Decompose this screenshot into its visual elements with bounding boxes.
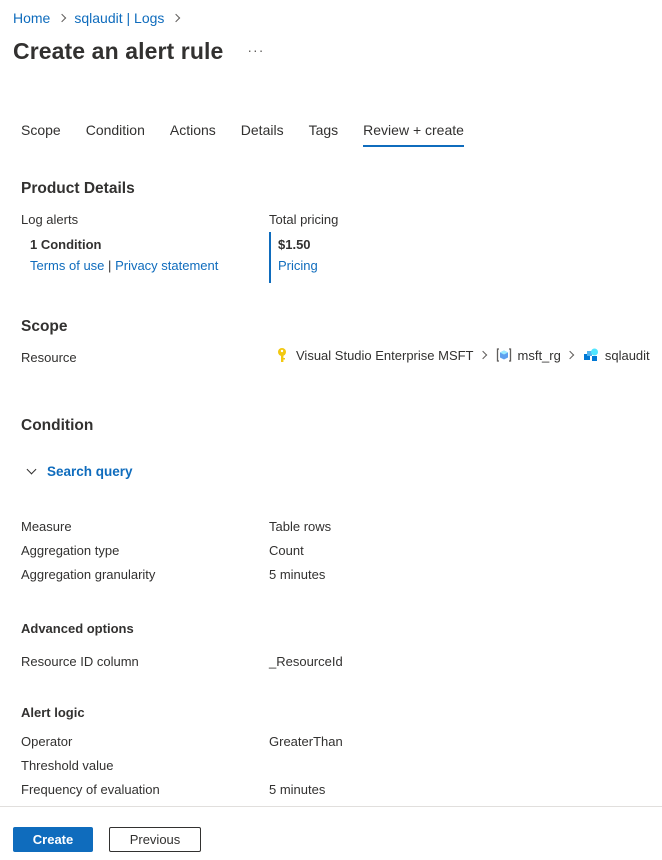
search-query-expander[interactable]: Search query xyxy=(26,464,133,479)
tab-review-create[interactable]: Review + create xyxy=(363,122,464,147)
total-price: $1.50 xyxy=(278,237,311,252)
terms-of-use-link[interactable]: Terms of use xyxy=(30,258,104,273)
chevron-down-icon xyxy=(26,464,37,475)
log-analytics-icon xyxy=(583,348,598,361)
total-pricing-label: Total pricing xyxy=(269,212,339,227)
tab-condition[interactable]: Condition xyxy=(86,122,145,147)
workspace-name: sqlaudit xyxy=(604,347,650,363)
pricing-accent-bar xyxy=(269,232,271,283)
wizard-tabs: Scope Condition Actions Details Tags Rev… xyxy=(21,122,489,147)
frequency-label: Frequency of evaluation xyxy=(21,782,160,797)
breadcrumb: Home sqlaudit | Logs xyxy=(13,10,188,26)
resource-label: Resource xyxy=(21,350,77,365)
aggregation-type-label: Aggregation type xyxy=(21,543,120,558)
measure-label: Measure xyxy=(21,519,72,534)
chevron-right-icon xyxy=(565,350,575,360)
product-details-heading: Product Details xyxy=(21,180,135,197)
operator-label: Operator xyxy=(21,734,73,749)
resource-group-name: msft_rg xyxy=(517,347,561,363)
title-row: Create an alert rule ··· xyxy=(13,38,264,65)
aggregation-granularity-value: 5 minutes xyxy=(269,567,326,582)
aggregation-granularity-label: Aggregation granularity xyxy=(21,567,156,582)
resource-id-column-value: _ResourceId xyxy=(269,654,343,669)
aggregation-type-value: Count xyxy=(269,543,304,558)
footer-bar: Create Previous xyxy=(0,806,662,860)
page-title: Create an alert rule xyxy=(13,38,224,64)
condition-count: 1 Condition xyxy=(30,237,102,252)
measure-value: Table rows xyxy=(269,519,332,534)
subscription-key-icon xyxy=(278,348,286,362)
subscription-name: Visual Studio Enterprise MSFT xyxy=(296,347,474,363)
chevron-right-icon xyxy=(58,13,67,23)
tab-scope[interactable]: Scope xyxy=(21,122,61,147)
more-options-icon[interactable]: ··· xyxy=(247,42,264,58)
scope-resource-path: Visual Studio Enterprise MSFT msft_rg sq… xyxy=(274,347,650,363)
breadcrumb-home-link[interactable]: Home xyxy=(13,10,50,26)
tab-actions[interactable]: Actions xyxy=(170,122,216,147)
frequency-value: 5 minutes xyxy=(269,782,326,797)
pricing-link[interactable]: Pricing xyxy=(278,258,318,273)
scope-heading: Scope xyxy=(21,318,68,335)
resource-id-column-label: Resource ID column xyxy=(21,654,139,669)
operator-value: GreaterThan xyxy=(269,734,343,749)
condition-heading: Condition xyxy=(21,417,94,434)
resource-group-icon xyxy=(496,348,511,362)
tab-details[interactable]: Details xyxy=(241,122,284,147)
breadcrumb-resource-link[interactable]: sqlaudit | Logs xyxy=(74,10,164,26)
alert-logic-heading: Alert logic xyxy=(21,705,85,720)
legal-links: Terms of use | Privacy statement xyxy=(30,258,218,273)
link-separator: | xyxy=(108,258,112,273)
log-alerts-label: Log alerts xyxy=(21,212,79,227)
threshold-value-label: Threshold value xyxy=(21,758,114,773)
tab-tags[interactable]: Tags xyxy=(309,122,339,147)
advanced-options-heading: Advanced options xyxy=(21,621,134,636)
search-query-label: Search query xyxy=(47,464,133,479)
chevron-right-icon xyxy=(478,350,487,360)
chevron-right-icon xyxy=(172,13,181,23)
create-button[interactable]: Create xyxy=(13,827,93,852)
privacy-statement-link[interactable]: Privacy statement xyxy=(115,258,218,273)
previous-button[interactable]: Previous xyxy=(109,827,201,852)
